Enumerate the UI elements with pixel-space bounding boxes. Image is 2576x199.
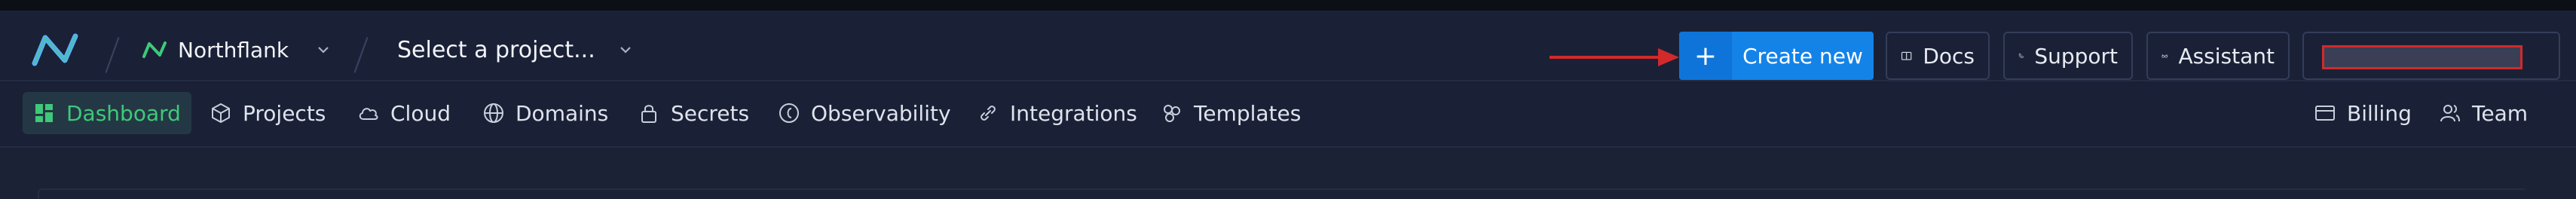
team-selector[interactable]: Northflank	[142, 33, 331, 66]
glasses-icon	[2161, 54, 2168, 58]
nav-team-label: Team	[2472, 100, 2529, 126]
content-panel-edge	[38, 188, 2525, 199]
assistant-button[interactable]: Assistant	[2146, 32, 2290, 80]
plus-icon: +	[1679, 32, 1732, 80]
nav-billing[interactable]: Billing	[2314, 92, 2412, 134]
arrow-annotation-icon	[1550, 48, 1679, 66]
docs-button[interactable]: Docs	[1886, 32, 1990, 80]
project-selector[interactable]: Select a project...	[397, 33, 633, 66]
assistant-label: Assistant	[2178, 43, 2275, 69]
nav-templates[interactable]: Templates	[1161, 92, 1301, 134]
support-label: Support	[2034, 43, 2118, 69]
cube-icon	[212, 103, 230, 123]
nav-billing-label: Billing	[2347, 100, 2412, 126]
nav-integrations-label: Integrations	[1010, 100, 1137, 126]
create-new-button[interactable]: + Create new	[1679, 32, 1874, 80]
divider	[105, 37, 120, 73]
nav-projects[interactable]: Projects	[210, 92, 326, 134]
nav-cloud[interactable]: Cloud	[357, 92, 451, 134]
credit-card-icon	[2315, 106, 2335, 121]
globe-icon	[484, 103, 503, 123]
project-selector-label: Select a project...	[397, 36, 595, 63]
redacted-user-info	[2322, 45, 2522, 69]
templates-icon	[1164, 105, 1180, 122]
divider	[353, 37, 369, 73]
nav-cloud-label: Cloud	[390, 100, 451, 126]
nav-templates-label: Templates	[1194, 100, 1302, 126]
nav-domains[interactable]: Domains	[482, 92, 608, 134]
nav-dashboard-label: Dashboard	[66, 100, 181, 126]
cloud-icon	[359, 108, 378, 120]
nav-projects-label: Projects	[243, 100, 326, 126]
team-name: Northflank	[178, 37, 289, 63]
docs-label: Docs	[1923, 43, 1975, 69]
nav-secrets-label: Secrets	[671, 100, 750, 126]
main-navigation: Dashboard Projects Cloud Domains Secrets	[0, 81, 2576, 148]
chevron-down-icon	[620, 47, 631, 54]
nav-integrations[interactable]: Integrations	[977, 92, 1137, 134]
lock-icon	[641, 105, 656, 123]
content-area	[0, 149, 2576, 199]
chevron-down-icon	[318, 47, 329, 54]
book-icon	[1901, 51, 1912, 60]
nav-secrets[interactable]: Secrets	[638, 92, 749, 134]
window-top-strip	[0, 0, 2576, 11]
northflank-team-icon	[142, 41, 167, 58]
link-icon	[981, 106, 996, 121]
phone-icon	[2018, 54, 2024, 58]
create-new-label: Create new	[1742, 43, 1863, 69]
nav-domains-label: Domains	[516, 100, 609, 126]
nav-observability[interactable]: Observability	[778, 92, 951, 134]
northflank-logo-icon[interactable]	[30, 30, 80, 69]
users-icon	[2440, 105, 2460, 122]
nav-observability-label: Observability	[811, 100, 951, 126]
user-menu-button[interactable]	[2302, 32, 2560, 80]
nav-team[interactable]: Team	[2439, 92, 2528, 134]
observability-icon	[779, 103, 799, 123]
grid-icon	[35, 104, 53, 122]
nav-dashboard[interactable]: Dashboard	[23, 92, 191, 134]
support-button[interactable]: Support	[2003, 32, 2133, 80]
top-bar: Northflank Select a project... + Create …	[0, 11, 2576, 81]
